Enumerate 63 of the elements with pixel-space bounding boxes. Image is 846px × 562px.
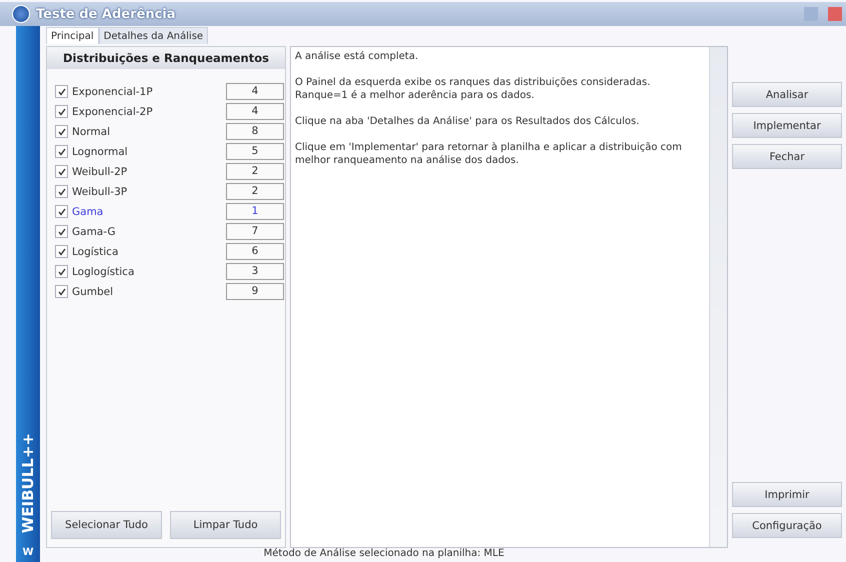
check-icon — [58, 208, 66, 216]
distribution-name: Normal — [72, 126, 111, 138]
brand-letter: W — [22, 547, 34, 558]
check-icon — [58, 288, 66, 296]
rank-field: 4 — [226, 103, 284, 120]
rank-field: 4 — [226, 83, 284, 100]
check-icon — [58, 268, 66, 276]
action-button[interactable]: Configuração — [732, 513, 842, 538]
panel-header: Distribuições e Ranqueamentos — [47, 47, 285, 69]
checkbox[interactable] — [55, 225, 68, 238]
panel-button[interactable]: Limpar Tudo — [170, 511, 281, 539]
distribution-name: Loglogística — [72, 266, 136, 278]
action-button[interactable]: Fechar — [732, 144, 842, 169]
app-logo-icon — [12, 5, 30, 23]
tab[interactable]: Principal — [46, 27, 99, 44]
rank-field: 5 — [226, 143, 284, 160]
distribution-name: Logística — [72, 246, 120, 258]
checkbox[interactable] — [55, 125, 68, 138]
checkbox[interactable] — [55, 265, 68, 278]
check-icon — [58, 88, 66, 96]
distribution-name: Gumbel — [72, 286, 114, 298]
window-title: Teste de Aderência — [36, 6, 177, 22]
rank-field: 8 — [226, 123, 284, 140]
distribution-name: Exponencial-2P — [72, 106, 154, 118]
distribution-name: Weibull-3P — [72, 186, 128, 198]
checkbox[interactable] — [55, 185, 68, 198]
distribution-name: Gama — [72, 206, 104, 218]
rank-field: 9 — [226, 283, 284, 300]
check-icon — [58, 188, 66, 196]
checkbox[interactable] — [55, 85, 68, 98]
check-icon — [58, 228, 66, 236]
message-text: Clique na aba 'Detalhes da Análise' para os Resultados dos Cálculos. — [295, 115, 640, 128]
tab[interactable]: Detalhes da Análise — [98, 27, 208, 44]
brand-name: WEIBULL++ — [19, 432, 37, 533]
action-button[interactable]: Imprimir — [732, 482, 842, 507]
check-icon — [58, 148, 66, 156]
rank-field: 3 — [226, 263, 284, 280]
message-text: A análise está completa. — [295, 50, 420, 63]
checkbox[interactable] — [55, 145, 68, 158]
rank-field: 6 — [226, 243, 284, 260]
status-text: Método de Análise selecionado na planilha: MLE — [262, 548, 506, 561]
check-icon — [58, 248, 66, 256]
check-icon — [58, 168, 66, 176]
distribution-name: Gama-G — [72, 226, 117, 238]
message-text: Clique em 'Implementar' para retornar à planilha e aplicar a distribuição com melhor ranqueamento na análise dos dados. — [295, 141, 683, 167]
rank-field: 7 — [226, 223, 284, 240]
checkbox[interactable] — [55, 205, 68, 218]
distribution-name: Lognormal — [72, 146, 129, 158]
checkbox[interactable] — [55, 165, 68, 178]
message-text: O Painel da esquerda exibe os ranques das distribuições consideradas. Ranque=1 é a melhor aderência para os dados. — [295, 76, 652, 102]
panel-button[interactable]: Selecionar Tudo — [51, 511, 162, 539]
rank-field: 2 — [226, 163, 284, 180]
rank-field: 2 — [226, 183, 284, 200]
distribution-name: Exponencial-1P — [72, 86, 154, 98]
action-button[interactable]: Implementar — [732, 113, 842, 138]
rank-field: 1 — [226, 203, 284, 220]
action-button[interactable]: Analisar — [732, 82, 842, 107]
checkbox[interactable] — [55, 105, 68, 118]
checkbox[interactable] — [55, 285, 68, 298]
distribution-name: Weibull-2P — [72, 166, 128, 178]
check-icon — [58, 108, 66, 116]
check-icon — [58, 128, 66, 136]
checkbox[interactable] — [55, 245, 68, 258]
